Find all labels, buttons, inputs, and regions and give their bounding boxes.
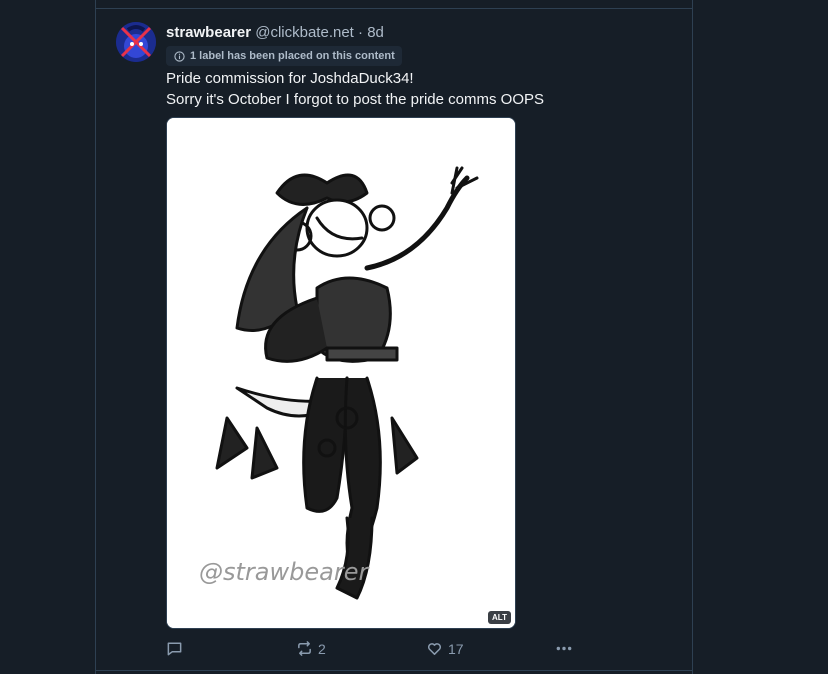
post-text-line: Pride commission for JoshdaDuck34!	[166, 70, 414, 87]
ellipsis-icon	[555, 640, 573, 657]
repost-button[interactable]: 2	[296, 640, 326, 657]
post-text-line: Sorry it's October I forgot to post the …	[166, 91, 545, 108]
alt-badge[interactable]: ALT	[488, 611, 511, 624]
watermark: @strawbearer	[199, 558, 370, 586]
post-actions: 2 17	[166, 640, 586, 660]
label-notice-text: 1 label has been placed on this content	[190, 50, 395, 62]
heart-icon	[426, 640, 443, 657]
post-text: Pride commission for JoshdaDuck34! Sorry…	[166, 68, 544, 110]
post-header: strawbearer @clickbate.net · 8d	[166, 24, 384, 41]
author-display-name[interactable]: strawbearer	[166, 24, 251, 41]
separator: ·	[358, 24, 364, 41]
repost-arrows-icon	[296, 640, 313, 657]
reply-button[interactable]	[166, 640, 183, 657]
post-age[interactable]: 8d	[367, 24, 384, 41]
divider	[96, 670, 692, 671]
like-count: 17	[448, 640, 464, 657]
more-options-button[interactable]	[555, 640, 573, 657]
author-handle[interactable]: @clickbate.net	[255, 24, 354, 41]
speech-bubble-icon	[166, 640, 183, 657]
like-button[interactable]: 17	[426, 640, 464, 657]
content-label-notice[interactable]: 1 label has been placed on this content	[166, 46, 402, 66]
feed-column: strawbearer @clickbate.net · 8d 1 label …	[95, 0, 693, 674]
avatar[interactable]	[116, 22, 156, 62]
repost-count: 2	[318, 640, 326, 657]
artwork-drawing: @strawbearer	[167, 118, 515, 628]
info-icon	[174, 50, 185, 62]
divider	[96, 8, 692, 9]
post-image[interactable]: @strawbearer ALT	[166, 117, 516, 629]
